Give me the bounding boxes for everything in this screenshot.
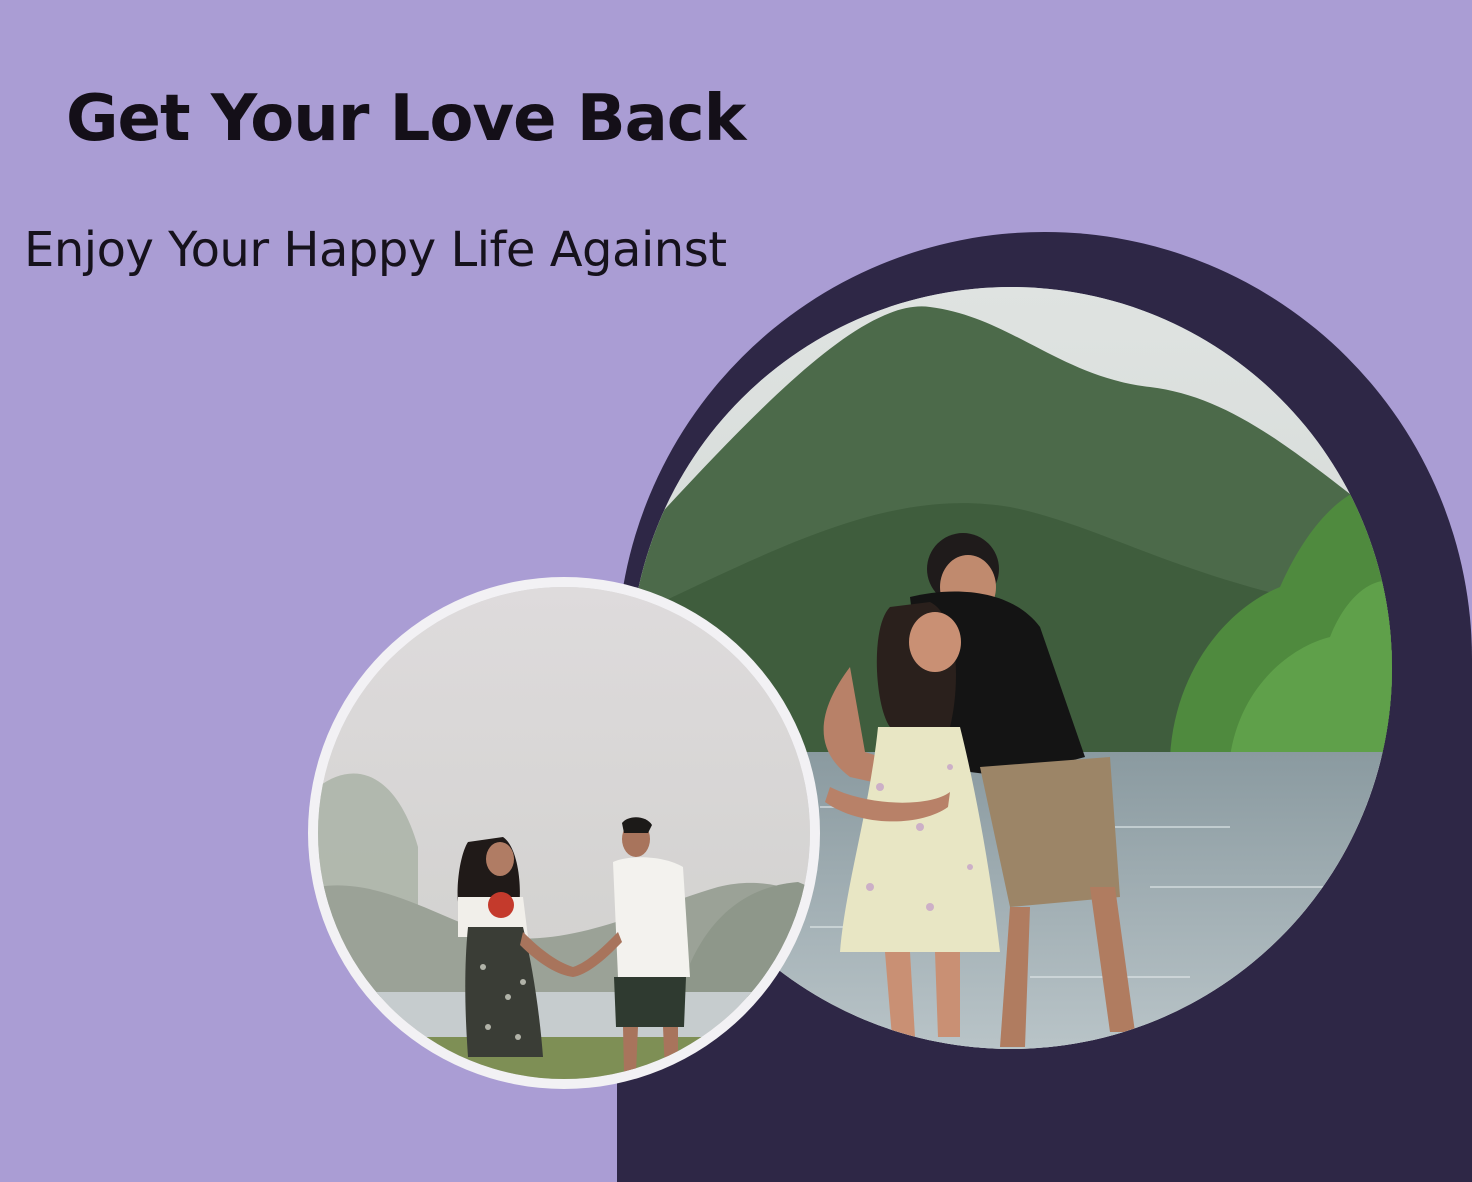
tagline: Enjoy Your Happy Life Against <box>24 222 727 278</box>
small-photo-illustration <box>318 587 810 1079</box>
hero-banner: Get Your Love Back Enjoy Your Happy Life… <box>0 0 1472 1182</box>
headline: Get Your Love Back <box>66 82 746 156</box>
small-couple-photo <box>318 587 810 1079</box>
